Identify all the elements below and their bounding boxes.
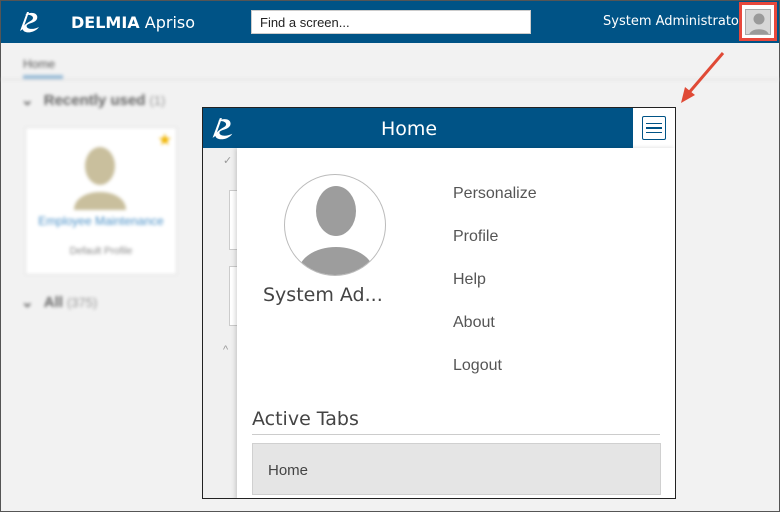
divider [252, 434, 660, 435]
chevron-down-icon: ✓ [223, 155, 233, 167]
breadcrumb[interactable]: Home [23, 57, 55, 71]
annotation-arrow-icon [681, 52, 725, 103]
3ds-logo-icon[interactable] [17, 9, 45, 35]
menu-item-logout[interactable]: Logout [453, 356, 537, 399]
card-edge [229, 190, 237, 250]
brand-name: DELMIA Apriso [71, 13, 196, 32]
screen-card[interactable]: ★ Employee Maintenance Default Profile [25, 127, 177, 275]
hamburger-menu-button[interactable] [633, 108, 675, 148]
card-subtitle: Default Profile [69, 246, 133, 257]
favorite-star-icon[interactable]: ★ [158, 130, 172, 150]
card-edge [229, 266, 237, 326]
person-silhouette-icon [74, 147, 126, 210]
popup-title: Home [380, 118, 438, 140]
user-menu-popup: Home ✓ ^ System Ad... Personalize Profil… [202, 107, 676, 499]
user-avatar-button[interactable] [739, 2, 777, 41]
top-bar: DELMIA Apriso System Administrator [1, 1, 779, 43]
active-tab-home[interactable]: Home [252, 443, 661, 495]
menu-item-help[interactable]: Help [453, 270, 537, 313]
profile-avatar-icon [284, 174, 386, 276]
card-title: Employee Maintenance [38, 214, 164, 228]
active-tabs-heading: Active Tabs [252, 408, 359, 430]
find-screen-input[interactable] [251, 10, 531, 34]
menu-item-personalize[interactable]: Personalize [453, 184, 537, 227]
menu-item-about[interactable]: About [453, 313, 537, 356]
hamburger-menu-icon [642, 116, 666, 140]
user-menu-list: Personalize Profile Help About Logout [453, 184, 537, 399]
divider [1, 79, 779, 80]
all-section[interactable]: ⌄ All (375) [21, 293, 97, 311]
profile-name: System Ad... [263, 284, 383, 306]
user-avatar-icon [745, 8, 771, 35]
user-menu-panel: System Ad... Personalize Profile Help Ab… [237, 148, 675, 498]
underlying-page-strip: ✓ ^ [203, 148, 237, 498]
chevron-up-icon: ^ [223, 344, 229, 356]
user-name-label: System Administrator [603, 14, 745, 29]
recently-used-section[interactable]: ⌄ Recently used (1) [21, 91, 165, 109]
menu-item-profile[interactable]: Profile [453, 227, 537, 270]
popup-header: Home [203, 108, 675, 148]
